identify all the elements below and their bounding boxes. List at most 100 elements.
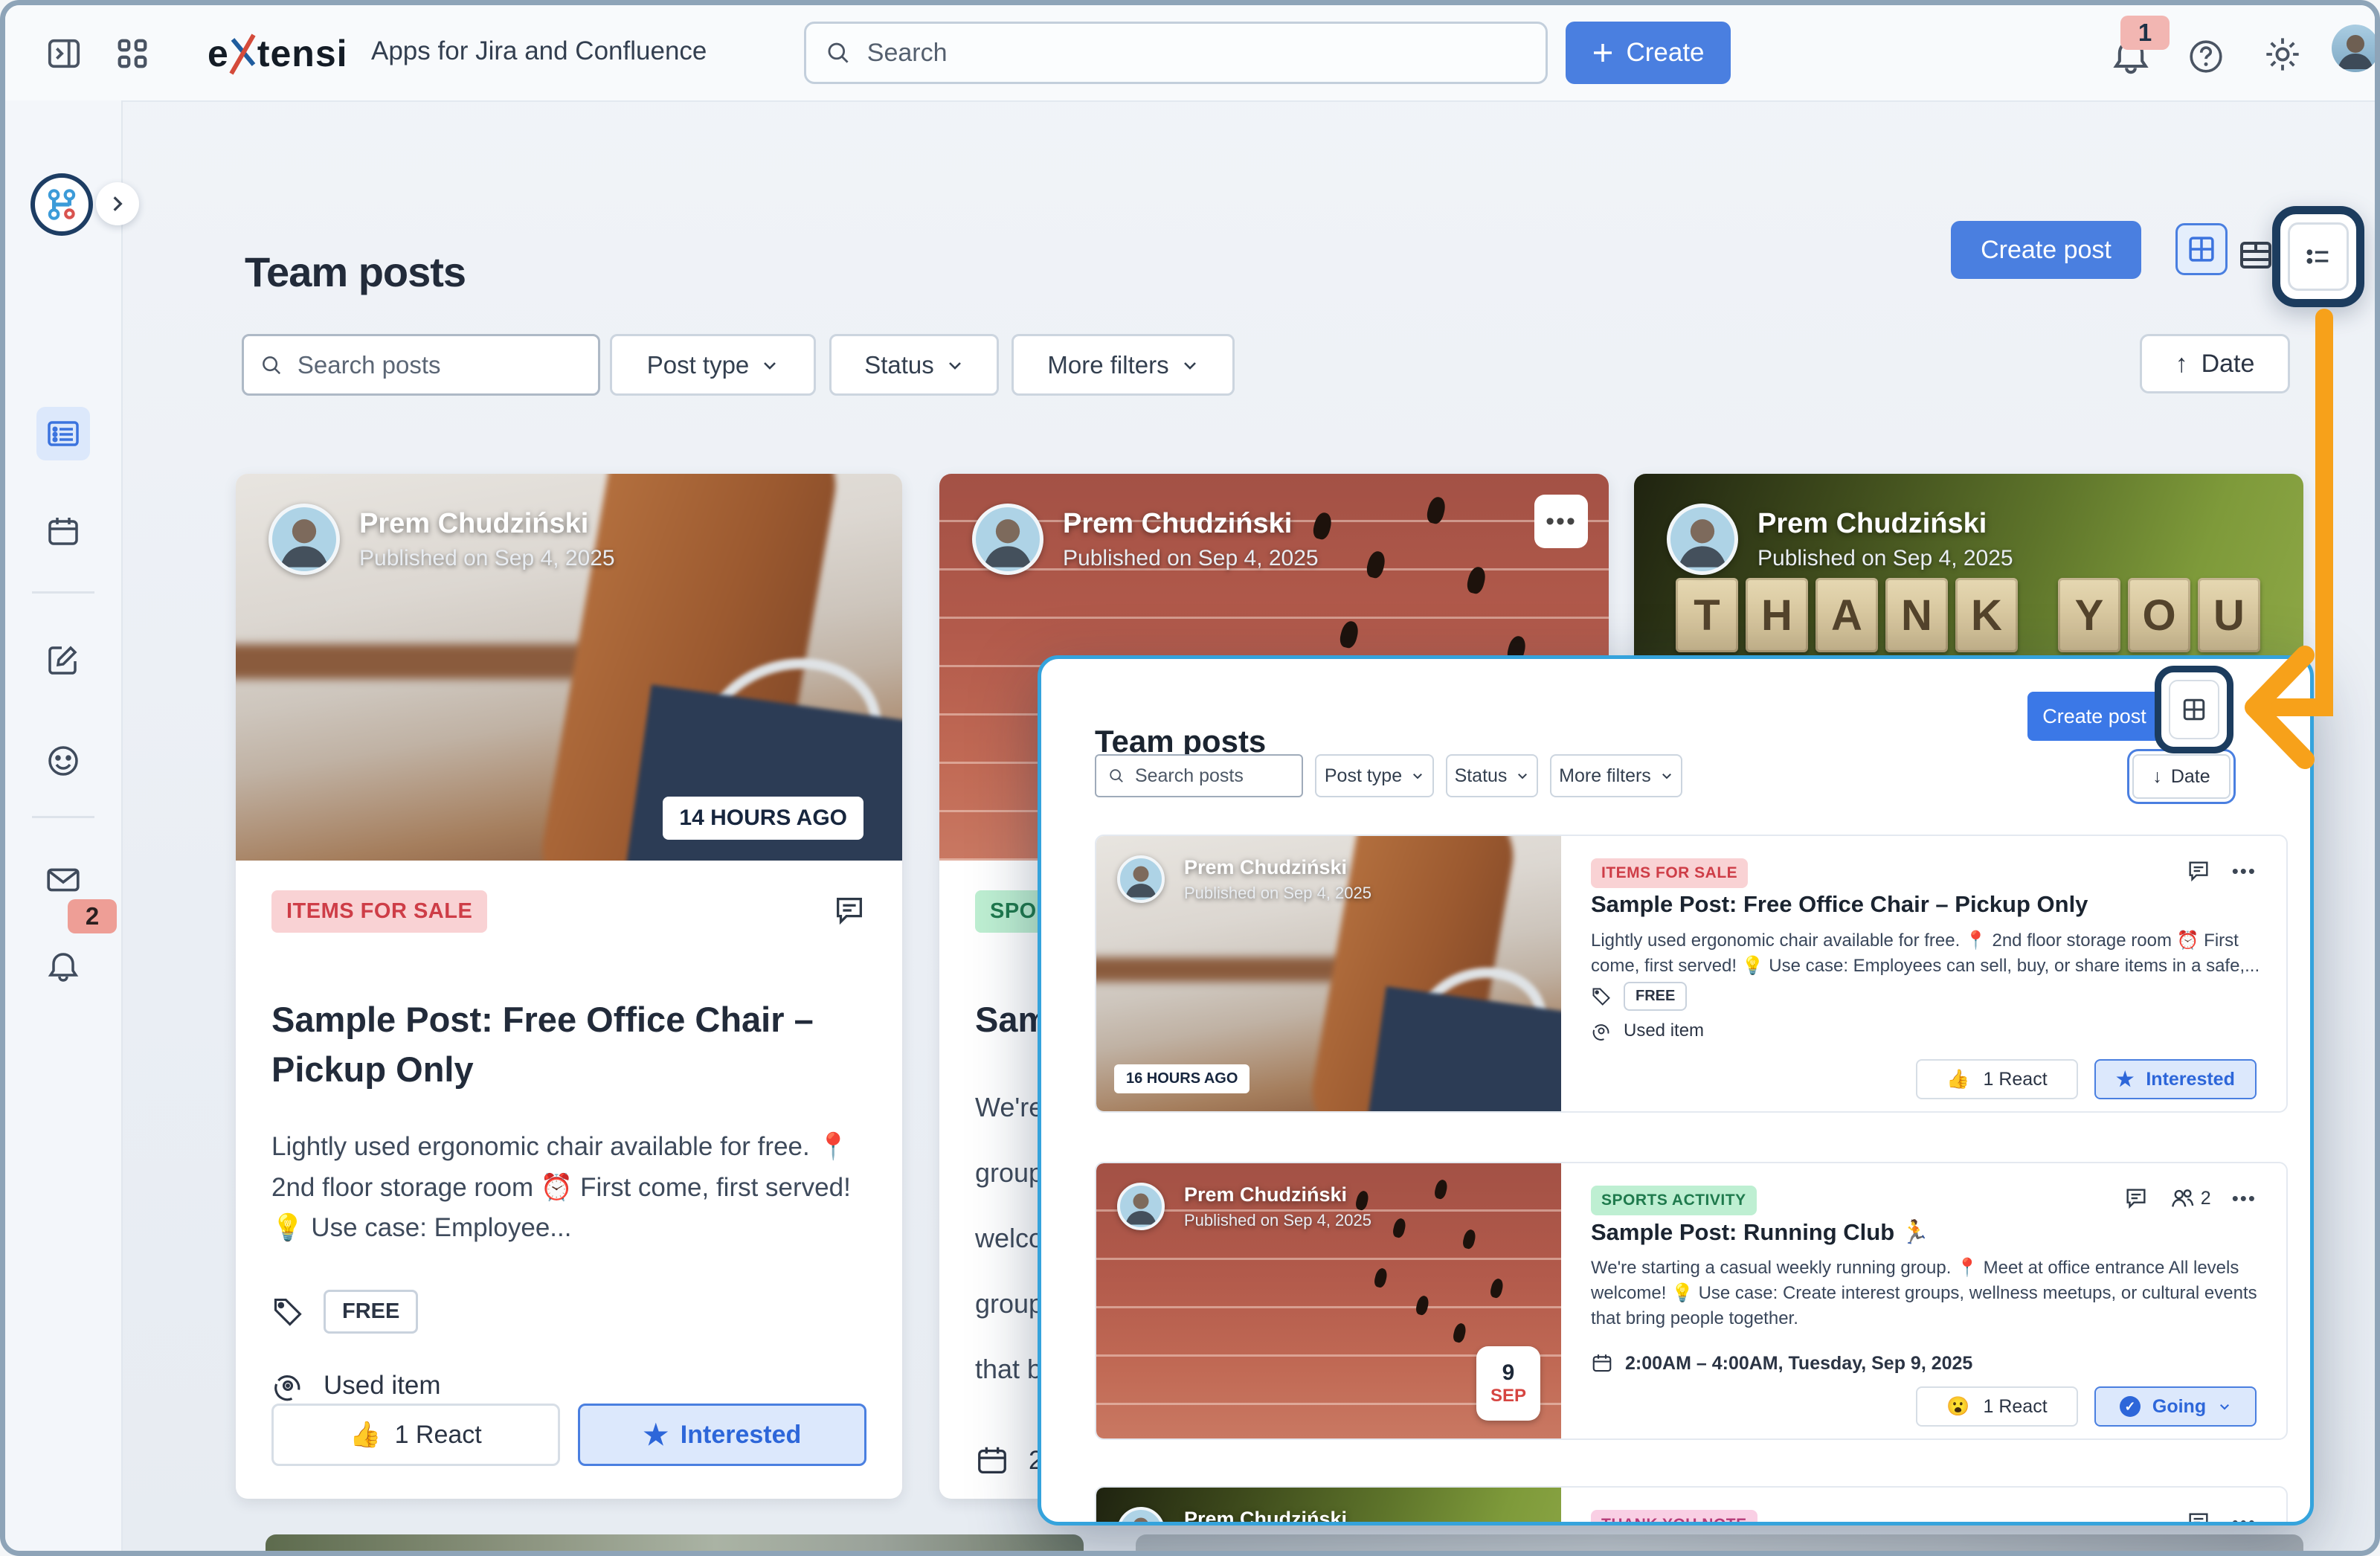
sidebar-toggle-icon[interactable] <box>47 36 81 71</box>
grid-view-icon <box>2186 234 2217 265</box>
calendar-icon <box>45 514 81 550</box>
row-thumbnail-thank-you: Prem Chudziński Published on Sep 4, 2025 <box>1096 1488 1561 1526</box>
popup-filter-more[interactable]: More filters <box>1550 754 1682 797</box>
sidebar-item-notifications[interactable] <box>36 939 90 993</box>
card-actions: 👍 1 React ★ Interested <box>271 1404 866 1466</box>
sort-by-date-button[interactable]: ↑ Date <box>2140 334 2290 393</box>
more-menu-button[interactable]: ••• <box>1534 495 1588 548</box>
app-logo[interactable] <box>30 173 93 236</box>
filter-status[interactable]: Status <box>829 334 999 396</box>
avatar <box>1667 504 1738 575</box>
popup-filter-post-type[interactable]: Post type <box>1315 754 1434 797</box>
post-title[interactable]: Sample Post: Free Office Chair – Pickup … <box>271 995 866 1094</box>
view-toggle-table[interactable] <box>2238 237 2274 273</box>
list-row-office-chair[interactable]: Prem Chudziński Published on Sep 4, 2025… <box>1095 835 2288 1113</box>
popup-search-posts-field[interactable] <box>1095 754 1303 797</box>
tag-icon <box>271 1296 304 1328</box>
react-button[interactable]: 👍 1 React <box>1916 1059 2078 1099</box>
category-badge: THANK YOU NOTE <box>1591 1510 1757 1526</box>
more-menu-button[interactable]: ••• <box>2232 1511 2257 1526</box>
global-search[interactable] <box>804 22 1548 84</box>
post-card-office-chair[interactable]: Prem Chudziński Published on Sep 4, 2025… <box>236 474 902 1499</box>
comments-icon[interactable] <box>832 893 866 928</box>
view-toggle-grid[interactable] <box>2175 223 2228 275</box>
sidebar-expand-button[interactable] <box>96 182 139 225</box>
sort-asc-icon: ↑ <box>2175 350 2188 379</box>
interested-button[interactable]: ★ Interested <box>578 1404 866 1466</box>
sidebar: 2 <box>5 100 123 1551</box>
category-badge: ITEMS FOR SALE <box>1591 858 1748 888</box>
popup-create-post-button[interactable]: Create post <box>2027 692 2161 741</box>
app-window: e tensi Apps for Jira and Confluence Cre… <box>0 0 2380 1556</box>
extensi-logo[interactable]: e tensi <box>208 32 348 75</box>
sidebar-item-compose[interactable] <box>36 633 90 687</box>
post-description: Lightly used ergonomic chair available f… <box>1591 928 2260 979</box>
product-tagline: Apps for Jira and Confluence <box>371 36 707 66</box>
surprised-emoji: 😮 <box>1946 1396 1969 1418</box>
avatar <box>972 504 1043 575</box>
sidebar-item-reactions[interactable] <box>36 734 90 788</box>
post-image-chair: Prem Chudziński Published on Sep 4, 2025… <box>236 474 902 861</box>
sidebar-item-posts[interactable] <box>36 407 90 460</box>
settings-gear-icon[interactable] <box>2263 35 2302 74</box>
table-view-icon <box>2238 237 2274 273</box>
search-posts-field[interactable] <box>242 334 600 396</box>
thumbs-up-emoji: 👍 <box>1946 1069 1969 1090</box>
chevron-down-icon <box>946 356 964 374</box>
more-menu-button[interactable]: ••• <box>2232 1187 2257 1210</box>
help-icon[interactable] <box>2187 38 2225 75</box>
search-icon <box>260 353 283 378</box>
category-badge: SPORTS ACTIVITY <box>1591 1186 1757 1215</box>
comments-icon[interactable] <box>2186 858 2211 884</box>
going-button[interactable]: ✓ Going <box>2094 1386 2257 1427</box>
create-post-button[interactable]: Create post <box>1951 221 2141 279</box>
popup-search-posts-input[interactable] <box>1133 765 1290 788</box>
global-search-input[interactable] <box>866 38 1526 68</box>
user-avatar[interactable] <box>2332 25 2379 72</box>
popup-sort-by-date-button[interactable]: ↓ Date <box>2132 754 2231 799</box>
attendees[interactable]: 2 <box>2170 1186 2211 1211</box>
sidebar-notification-badge: 2 <box>68 899 117 933</box>
list-row-running-club[interactable]: Prem Chudziński Published on Sep 4, 2025… <box>1095 1162 2288 1440</box>
view-toggle-list[interactable] <box>2288 222 2349 291</box>
post-title[interactable]: Sample Post: Free Office Chair – Pickup … <box>1591 891 2257 918</box>
app-switcher-icon[interactable] <box>115 36 149 71</box>
published-date: Published on Sep 4, 2025 <box>1184 884 1371 903</box>
avatar <box>1117 1183 1165 1230</box>
view-toggle-list-highlight <box>2272 206 2364 307</box>
author-chip: Prem Chudziński Published on Sep 4, 2025 <box>1117 1507 1371 1526</box>
time-ago-badge: 16 HOURS AGO <box>1114 1064 1250 1093</box>
react-button[interactable]: 😮 1 React <box>1916 1386 2078 1427</box>
popup-view-toggle-grid-highlight <box>2155 666 2233 753</box>
create-button[interactable]: Create <box>1566 22 1731 84</box>
comments-icon[interactable] <box>2123 1186 2149 1211</box>
author-chip: Prem Chudziński Published on Sep 4, 2025 <box>972 504 1319 575</box>
sidebar-divider <box>32 816 94 818</box>
chevron-down-icon <box>761 356 779 374</box>
event-date: 2:00AM – 4:00AM, Tuesday, Sep 9, 2025 <box>1625 1353 1972 1375</box>
post-title[interactable]: Sample Post: Running Club 🏃 <box>1591 1218 2257 1246</box>
notification-count-badge: 1 <box>2120 16 2170 50</box>
chevron-down-icon <box>1516 769 1529 782</box>
search-posts-input[interactable] <box>296 350 582 380</box>
condition-icon <box>1591 1020 1612 1041</box>
avatar <box>268 504 340 575</box>
author-chip: Prem Chudziński Published on Sep 4, 2025 <box>1117 855 1371 903</box>
sidebar-item-calendar[interactable] <box>36 505 90 559</box>
row-thumbnail-track: Prem Chudziński Published on Sep 4, 2025… <box>1096 1163 1561 1438</box>
comments-icon[interactable] <box>2186 1510 2211 1526</box>
popup-filter-status[interactable]: Status <box>1446 754 1538 797</box>
chevron-down-icon <box>1181 356 1199 374</box>
author-name: Prem Chudziński <box>1184 1508 1371 1526</box>
list-row-thank-you[interactable]: Prem Chudziński Published on Sep 4, 2025… <box>1095 1486 2288 1526</box>
post-description: We're starting a casual weekly running g… <box>1591 1256 2260 1331</box>
bell-icon <box>45 948 81 984</box>
filter-post-type[interactable]: Post type <box>610 334 816 396</box>
filter-more[interactable]: More filters <box>1012 334 1235 396</box>
published-date: Published on Sep 4, 2025 <box>1184 1211 1371 1230</box>
interested-button[interactable]: ★ Interested <box>2094 1059 2257 1099</box>
more-menu-button[interactable]: ••• <box>2232 860 2257 883</box>
popup-view-toggle-grid[interactable] <box>2169 680 2219 739</box>
graph-logo-icon <box>42 185 81 224</box>
react-button[interactable]: 👍 1 React <box>271 1404 560 1466</box>
